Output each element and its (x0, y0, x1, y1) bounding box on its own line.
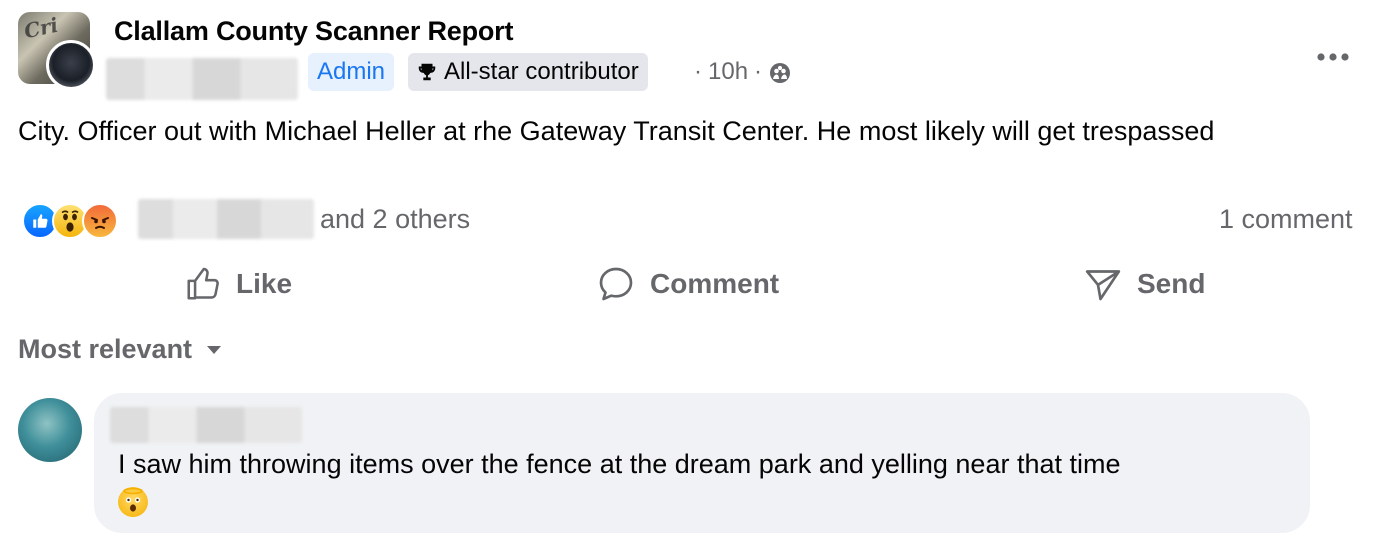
commenter-avatar[interactable] (18, 398, 82, 462)
like-label: Like (236, 268, 293, 299)
angry-reaction-icon (82, 203, 118, 239)
all-star-contributor-badge[interactable]: All-star contributor (408, 53, 648, 91)
group-name-link[interactable]: Clallam County Scanner Report (114, 16, 513, 47)
shocked-face-emoji-icon (118, 486, 148, 517)
thumbs-up-icon (187, 267, 219, 300)
author-avatar[interactable] (46, 40, 96, 90)
sort-label: Most relevant (18, 334, 193, 364)
author-name-redacted[interactable] (106, 58, 298, 100)
more-options-button[interactable] (1316, 38, 1350, 69)
comment-body: I saw him throwing items over the fence … (118, 449, 1121, 479)
admin-badge[interactable]: Admin (308, 53, 395, 91)
send-icon (1085, 270, 1121, 301)
post-meta: · 10h · (694, 58, 792, 86)
send-label: Send (1137, 268, 1206, 299)
more-dots-icon (1317, 53, 1349, 61)
all-star-contributor-label: All-star contributor (444, 58, 639, 85)
reactor-name-redacted[interactable] (138, 199, 314, 239)
post-body-text: City. Officer out with Michael Heller at… (18, 116, 1215, 146)
send-button[interactable]: Send (1083, 262, 1205, 306)
caret-down-icon (207, 345, 222, 354)
reactors-others-link[interactable]: and 2 others (320, 204, 470, 235)
meta-separator: · (754, 58, 763, 85)
trophy-icon (418, 63, 436, 81)
comment-button[interactable]: Comment (596, 262, 779, 306)
comment-bubble-icon (599, 267, 633, 301)
comment-text: I saw him throwing items over the fence … (118, 446, 1288, 518)
members-icon (770, 63, 791, 83)
comment-label: Comment (650, 268, 780, 299)
like-button[interactable]: Like (184, 262, 292, 306)
post-timestamp[interactable]: 10h (708, 58, 748, 86)
comment-count-link[interactable]: 1 comment (1219, 204, 1353, 235)
comment-sort-dropdown[interactable]: Most relevant (18, 334, 222, 365)
commenter-name-redacted[interactable] (110, 407, 302, 443)
meta-separator: · (694, 58, 702, 85)
group-avatar-text: Cri (21, 12, 61, 44)
reaction-icons[interactable] (22, 203, 118, 239)
